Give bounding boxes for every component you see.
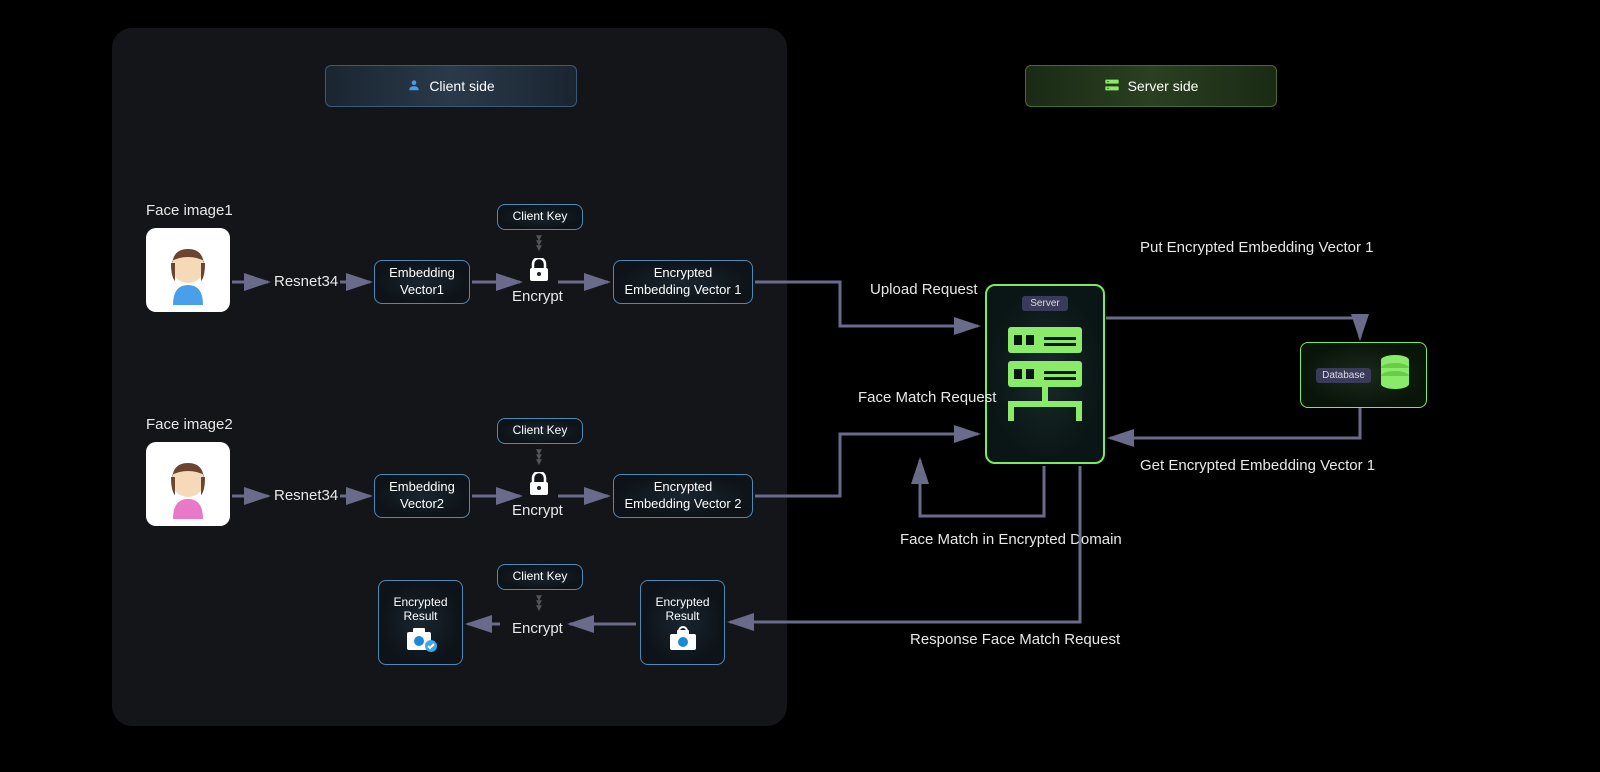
- face2-label: Face image2: [146, 416, 233, 433]
- client-key-2: Client Key: [497, 418, 583, 444]
- lock-icon: [528, 472, 550, 501]
- camera-lock-icon: [668, 626, 698, 655]
- match-req-label: Face Match Request: [858, 388, 978, 408]
- get-vec-label: Get Encrypted Embedding Vector 1: [1140, 456, 1300, 476]
- encrypt3-label: Encrypt: [512, 620, 563, 637]
- embed2-box: Embedding Vector2: [374, 474, 470, 518]
- put-vec-label: Put Encrypted Embedding Vector 1: [1140, 238, 1300, 258]
- database-icon: [1379, 354, 1411, 397]
- match-domain-label: Face Match in Encrypted Domain: [900, 530, 1080, 550]
- face2-avatar: [146, 442, 230, 526]
- database-badge: Database: [1316, 368, 1371, 383]
- encvec2-box: Encrypted Embedding Vector 2: [613, 474, 753, 518]
- client-header-label: Client side: [429, 78, 494, 94]
- server-header: Server side: [1025, 65, 1277, 107]
- enc-result-right: Encrypted Result: [640, 580, 725, 665]
- chevron-down-icon: ▼▼▼: [534, 450, 544, 465]
- database-box: Database: [1300, 342, 1427, 408]
- client-key-3: Client Key: [497, 564, 583, 590]
- camera-check-icon: [405, 626, 437, 655]
- server-header-label: Server side: [1128, 78, 1199, 94]
- resnet1-label: Resnet34: [274, 273, 338, 290]
- server-box: Server: [985, 284, 1105, 464]
- upload-req-label: Upload Request: [870, 280, 970, 300]
- face-icon: [153, 449, 223, 519]
- server-rack-icon: [1004, 323, 1086, 438]
- lock-icon: [528, 258, 550, 287]
- chevron-down-icon: ▼▼▼: [534, 596, 544, 611]
- embed1-box: Embedding Vector1: [374, 260, 470, 304]
- encrypt1-label: Encrypt: [512, 288, 563, 305]
- server-badge: Server: [1022, 296, 1067, 311]
- client-key-1: Client Key: [497, 204, 583, 230]
- server-small-icon: [1104, 78, 1120, 95]
- resp-match-label: Response Face Match Request: [910, 630, 1070, 650]
- encrypt2-label: Encrypt: [512, 502, 563, 519]
- enc-result-left: Encrypted Result: [378, 580, 463, 665]
- encvec1-box: Encrypted Embedding Vector 1: [613, 260, 753, 304]
- client-header: Client side: [325, 65, 577, 107]
- face1-avatar: [146, 228, 230, 312]
- face1-label: Face image1: [146, 202, 233, 219]
- chevron-down-icon: ▼▼▼: [534, 236, 544, 251]
- person-icon: [407, 78, 421, 95]
- resnet2-label: Resnet34: [274, 487, 338, 504]
- face-icon: [153, 235, 223, 305]
